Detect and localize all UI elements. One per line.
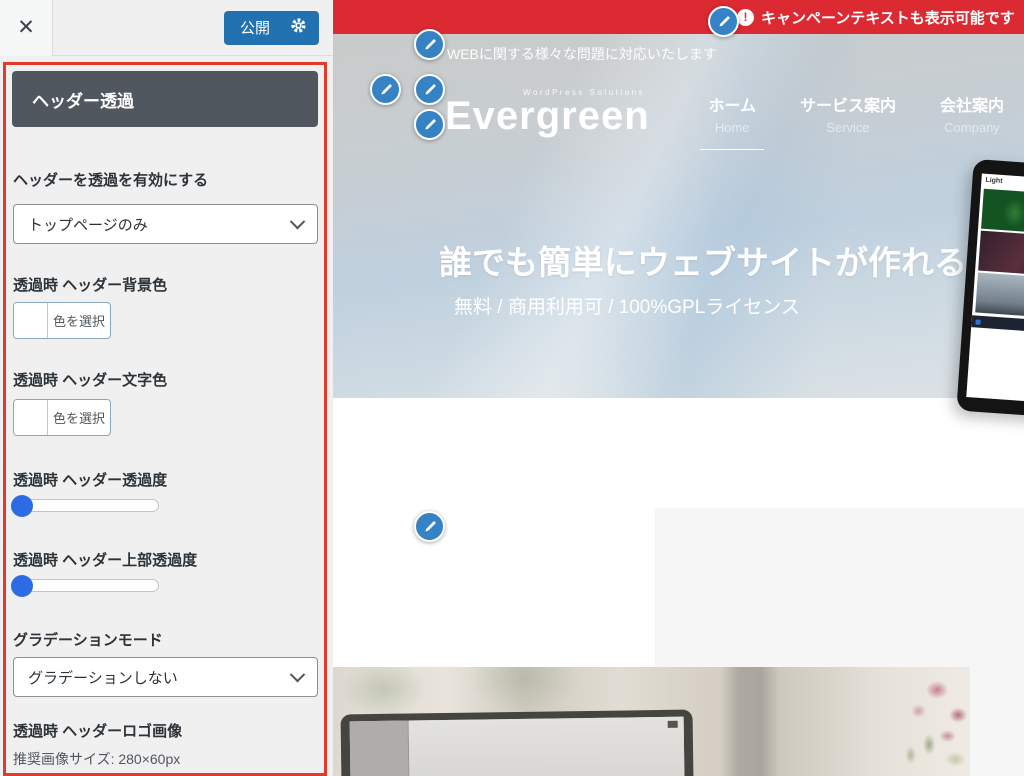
close-customizer-button[interactable]: ✕ — [0, 0, 53, 56]
enable-transparency-label: ヘッダーを透過を有効にする — [13, 169, 208, 190]
laptop-sidebar — [350, 721, 410, 776]
photo-laptop — [341, 710, 694, 776]
bg-color-picker-label: 色を選択 — [48, 303, 110, 338]
phone-image-dark — [978, 231, 1024, 276]
hero-title: 誰でも簡単にウェブサイトが作れる — [423, 236, 983, 284]
bg-color-swatch — [14, 303, 48, 338]
nav-item-home[interactable]: ホーム Home — [700, 92, 764, 150]
laptop-dot — [668, 721, 678, 728]
publish-settings-button[interactable] — [286, 11, 319, 45]
edit-pencil-icon-logo[interactable] — [414, 74, 445, 105]
laptop-display — [350, 717, 685, 776]
edit-pencil-icon-campaign[interactable] — [708, 6, 739, 37]
phone-image-plant — [981, 189, 1024, 234]
nav-label: 会社案内 — [940, 92, 1004, 116]
chevron-down-icon — [290, 213, 306, 229]
site-nav: ホーム Home サービス案内 Service 会社案内 Company — [700, 92, 1012, 150]
slider-track[interactable] — [13, 499, 159, 512]
header-top-opacity-slider[interactable] — [13, 575, 159, 597]
nav-label: ホーム — [708, 92, 756, 116]
gradient-mode-select[interactable]: グラデーションしない — [13, 657, 318, 697]
section-header[interactable]: ヘッダー透過 — [12, 71, 318, 127]
header-opacity-label: 透過時 ヘッダー透過度 — [13, 469, 167, 490]
phone-mockup: Light — [956, 159, 1024, 417]
campaign-text: キャンペーンテキストも表示可能です — [761, 7, 1015, 28]
laptop-main — [409, 717, 685, 776]
edit-pencil-icon-section[interactable] — [414, 511, 445, 542]
slider-thumb[interactable] — [11, 575, 33, 597]
site-preview: ! キャンペーンテキストも表示可能です WEBに関する様々な問題に対応いたします… — [333, 0, 1024, 776]
text-color-swatch — [14, 400, 48, 435]
gradient-mode-label: グラデーションモード — [13, 629, 163, 650]
customizer-topbar: ✕ 公開 — [0, 0, 333, 56]
photo-flowers — [842, 671, 974, 776]
nav-sublabel: Company — [940, 120, 1004, 135]
slider-track[interactable] — [13, 579, 159, 592]
transparent-logo-label: 透過時 ヘッダーロゴ画像 — [13, 720, 182, 741]
publish-button-group: 公開 — [224, 11, 319, 45]
phone-footer-bar — [971, 315, 1024, 332]
site-logo[interactable]: Evergreen — [445, 94, 650, 139]
section-title: ヘッダー透過 — [32, 87, 134, 112]
close-icon: ✕ — [17, 15, 35, 40]
enable-transparency-value: トップページのみ — [28, 214, 148, 235]
phone-image-office — [975, 273, 1024, 318]
bg-color-label: 透過時 ヘッダー背景色 — [13, 274, 167, 295]
enable-transparency-select[interactable]: トップページのみ — [13, 204, 318, 244]
nav-sublabel: Home — [708, 120, 756, 135]
campaign-bar: ! キャンペーンテキストも表示可能です — [333, 0, 1024, 34]
chevron-down-icon — [290, 666, 306, 682]
publish-button[interactable]: 公開 — [224, 11, 286, 45]
text-color-picker-label: 色を選択 — [48, 400, 110, 435]
content-photo — [333, 667, 970, 776]
recommended-size-hint: 推奨画像サイズ: 280×60px — [13, 749, 180, 769]
header-tagline: WEBに関する様々な問題に対応いたします — [447, 44, 717, 64]
nav-label: サービス案内 — [800, 92, 896, 116]
header-opacity-slider[interactable] — [13, 495, 159, 517]
edit-pencil-icon-logo-lower[interactable] — [414, 109, 445, 140]
text-color-label: 透過時 ヘッダー文字色 — [13, 369, 167, 390]
bg-color-picker-button[interactable]: 色を選択 — [13, 302, 111, 339]
nav-item-service[interactable]: サービス案内 Service — [792, 92, 904, 150]
gear-icon — [290, 17, 307, 39]
nav-sublabel: Service — [800, 120, 896, 135]
alert-icon: ! — [737, 9, 754, 26]
phone-screen: Light — [966, 174, 1024, 403]
text-color-picker-button[interactable]: 色を選択 — [13, 399, 111, 436]
header-top-opacity-label: 透過時 ヘッダー上部透過度 — [13, 549, 197, 570]
phone-footer-dot — [975, 319, 980, 324]
photo-pole — [721, 667, 779, 776]
edit-pencil-icon-tagline[interactable] — [414, 29, 445, 60]
nav-item-company[interactable]: 会社案内 Company — [932, 92, 1012, 150]
customizer-sidebar: ✕ 公開 ヘッダー透過 ヘッダーを透過を有効にする トップページのみ 透過時 ヘ… — [0, 0, 333, 776]
slider-thumb[interactable] — [11, 495, 33, 517]
edit-pencil-icon-logo-left[interactable] — [370, 74, 401, 105]
hero-subtitle: 無料 / 商用利用可 / 100%GPLライセンス — [454, 292, 800, 319]
gradient-mode-value: グラデーションしない — [28, 667, 178, 688]
